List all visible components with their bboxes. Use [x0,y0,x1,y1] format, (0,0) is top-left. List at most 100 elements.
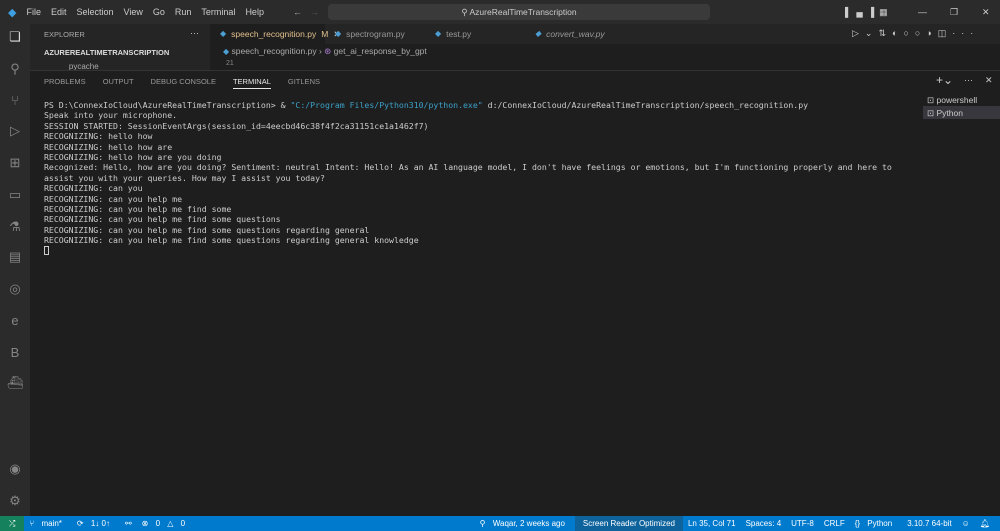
terminal-line: Speak into your microphone. [44,110,178,121]
vscode-logo-icon: ◆ [8,6,17,19]
edge-icon[interactable]: e [6,312,24,330]
layout-icons[interactable]: ▌▄▐▦ [845,7,893,18]
settings-gear-icon[interactable]: ⚙ [6,492,24,510]
command-center-search[interactable]: ⚲ AzureRealTimeTranscription [328,4,710,20]
terminal-line: Recognized: Hello, how are you doing? Se… [44,162,897,183]
menu-go[interactable]: Go [153,7,165,17]
more-icon[interactable]: ··· [964,75,973,85]
close-icon[interactable]: ✕ [982,7,990,18]
notifications-bell-icon[interactable]: 🔔︎ [975,516,1000,531]
activity-bar: ❏ ⚲ ⑂ ▷ ⊞ ▭ ⚗ ▤ ◎ e B ⛴ ◉ ⚙ [0,24,30,516]
gitlens-icon[interactable]: ◎ [6,280,24,298]
menu-view[interactable]: View [124,7,143,17]
source-control-icon[interactable]: ⑂ [6,92,24,110]
menu-terminal[interactable]: Terminal [201,7,235,17]
editor-tabs: ◆ speech_recognition.py M ✕ ◆ spectrogram.py… [210,24,1000,44]
restore-icon[interactable]: ❐ [950,7,958,18]
breadcrumb: ◆ speech_recognition.py › ⊛ get_ai_respo… [223,46,427,56]
search-icon: ⚲ [461,7,470,17]
new-terminal-icon[interactable]: +⌄ [936,73,953,87]
tab-label: spectrogram.py [346,29,405,39]
branch-name: main* [41,519,62,528]
language-mode[interactable]: {} Python [850,516,902,531]
terminal-name: powershell [936,95,978,105]
tab-output[interactable]: OUTPUT [103,75,134,89]
language-label: Python [867,519,893,528]
breadcrumb-symbol[interactable]: get_ai_response_by_gpt [334,46,427,56]
screen-reader-mode[interactable]: Screen Reader Optimized [574,516,683,531]
terminal-line: RECOGNIZING: hello how are you doing [44,152,222,163]
python-file-icon: ◆ [335,29,342,38]
remote-explorer-icon[interactable]: ▭ [6,186,24,204]
terminal-item-powershell[interactable]: ⊡ powershell [923,93,1000,106]
git-blame[interactable]: ⚲ Waqar, 2 weeks ago [475,516,575,531]
account-icon[interactable]: ◉ [6,460,24,478]
breadcrumb-file[interactable]: speech_recognition.py [232,46,317,56]
folder-root[interactable]: AZUREREALTIMETRANSCRIPTION [44,48,169,57]
terminal-output[interactable]: PS D:\ConnexIoCloud\AzureRealTimeTranscr… [44,100,924,257]
tab-label: test.py [446,29,472,39]
b-icon[interactable]: B [6,344,24,362]
python-interpreter[interactable]: 3.10.7 64-bit [902,516,956,531]
explorer-sidebar: EXPLORER ··· AZUREREALTIMETRANSCRIPTION … [30,24,210,70]
notebook-icon[interactable]: ▤ [6,248,24,266]
terminal-prompt: PS D:\ConnexIoCloud\AzureRealTimeTranscr… [44,100,291,110]
terminal-line: SESSION STARTED: SessionEventArgs(sessio… [44,120,429,131]
close-panel-icon[interactable]: ✕ [985,75,993,86]
tab-spectrogram[interactable]: ◆ spectrogram.py [325,24,425,44]
terminal-line: RECOGNIZING: hello how [44,131,153,142]
tab-terminal[interactable]: TERMINAL [232,75,271,89]
python-file-icon: ◆ [220,29,227,38]
explorer-title: EXPLORER [44,30,85,39]
search-icon[interactable]: ⚲ [6,60,24,78]
menu-help[interactable]: Help [245,7,264,17]
folder-item[interactable]: __pycache__ [60,62,108,70]
terminal-line: RECOGNIZING: can you [44,183,143,194]
sync-status: 1↓ 0↑ [90,519,110,528]
menu-file[interactable]: File [26,7,41,17]
python-file-icon: ◆ [535,29,542,38]
warning-count: 0 [180,519,186,528]
tab-test[interactable]: ◆ test.py [425,24,525,44]
tab-debug-console[interactable]: DEBUG CONSOLE [151,75,216,89]
forward-icon[interactable]: → [310,7,319,17]
explorer-icon[interactable]: ❏ [6,28,24,46]
branch-indicator[interactable]: ⑂ main* [24,516,71,531]
run-debug-icon[interactable]: ▷ [6,122,24,140]
method-icon: ⊛ [324,46,332,56]
cursor-position[interactable]: Ln 35, Col 71 [683,516,741,531]
encoding[interactable]: UTF-8 [786,516,819,531]
terminal-line: RECOGNIZING: can you help me find some q… [44,224,370,235]
terminal-line: RECOGNIZING: hello how are [44,141,173,152]
search-label: AzureRealTimeTranscription [469,7,577,17]
menu-edit[interactable]: Edit [51,7,67,17]
minimize-icon[interactable]: — [918,7,927,17]
menu-selection[interactable]: Selection [77,7,114,17]
gitlens-status-icon[interactable]: ⚯ [120,516,137,531]
tab-convert-wav[interactable]: ◆ convert_wav.py [525,24,625,44]
more-actions-icon[interactable]: ··· [190,28,199,38]
tab-speech-recognition[interactable]: ◆ speech_recognition.py M ✕ [210,24,340,44]
feedback-icon[interactable]: ☺ [957,516,975,531]
terminal-line: RECOGNIZING: can you help me [44,193,183,204]
line-ending[interactable]: CRLF [819,516,850,531]
testing-icon[interactable]: ⚗ [6,218,24,236]
bottom-panel: PROBLEMS OUTPUT DEBUG CONSOLE TERMINAL G… [30,70,1000,516]
terminal-exe: "C:/Program Files/Python310/python.exe" [290,100,483,110]
docker-icon[interactable]: ⛴ [6,374,24,392]
indentation[interactable]: Spaces: 4 [741,516,787,531]
back-icon[interactable]: ← [293,7,302,17]
tab-problems[interactable]: PROBLEMS [44,75,86,89]
menu-run[interactable]: Run [175,7,192,17]
python-file-icon: ◆ [435,29,442,38]
sync-indicator[interactable]: ⟳ 1↓ 0↑ [72,516,120,531]
editor-actions[interactable]: ▷⌄⇅◐○○◑◫··· [852,28,979,39]
extensions-icon[interactable]: ⊞ [6,154,24,172]
terminal-cursor [44,245,49,255]
remote-icon[interactable]: ⤮ [0,516,25,531]
terminal-item-python[interactable]: ⊡ Python [923,106,1000,119]
tab-gitlens[interactable]: GITLENS [288,75,320,89]
problems-indicator[interactable]: ⊗ 0 △ 0 [137,516,195,531]
line-number: 21 [226,60,234,67]
terminal-line: RECOGNIZING: can you help me find some q… [44,214,281,225]
